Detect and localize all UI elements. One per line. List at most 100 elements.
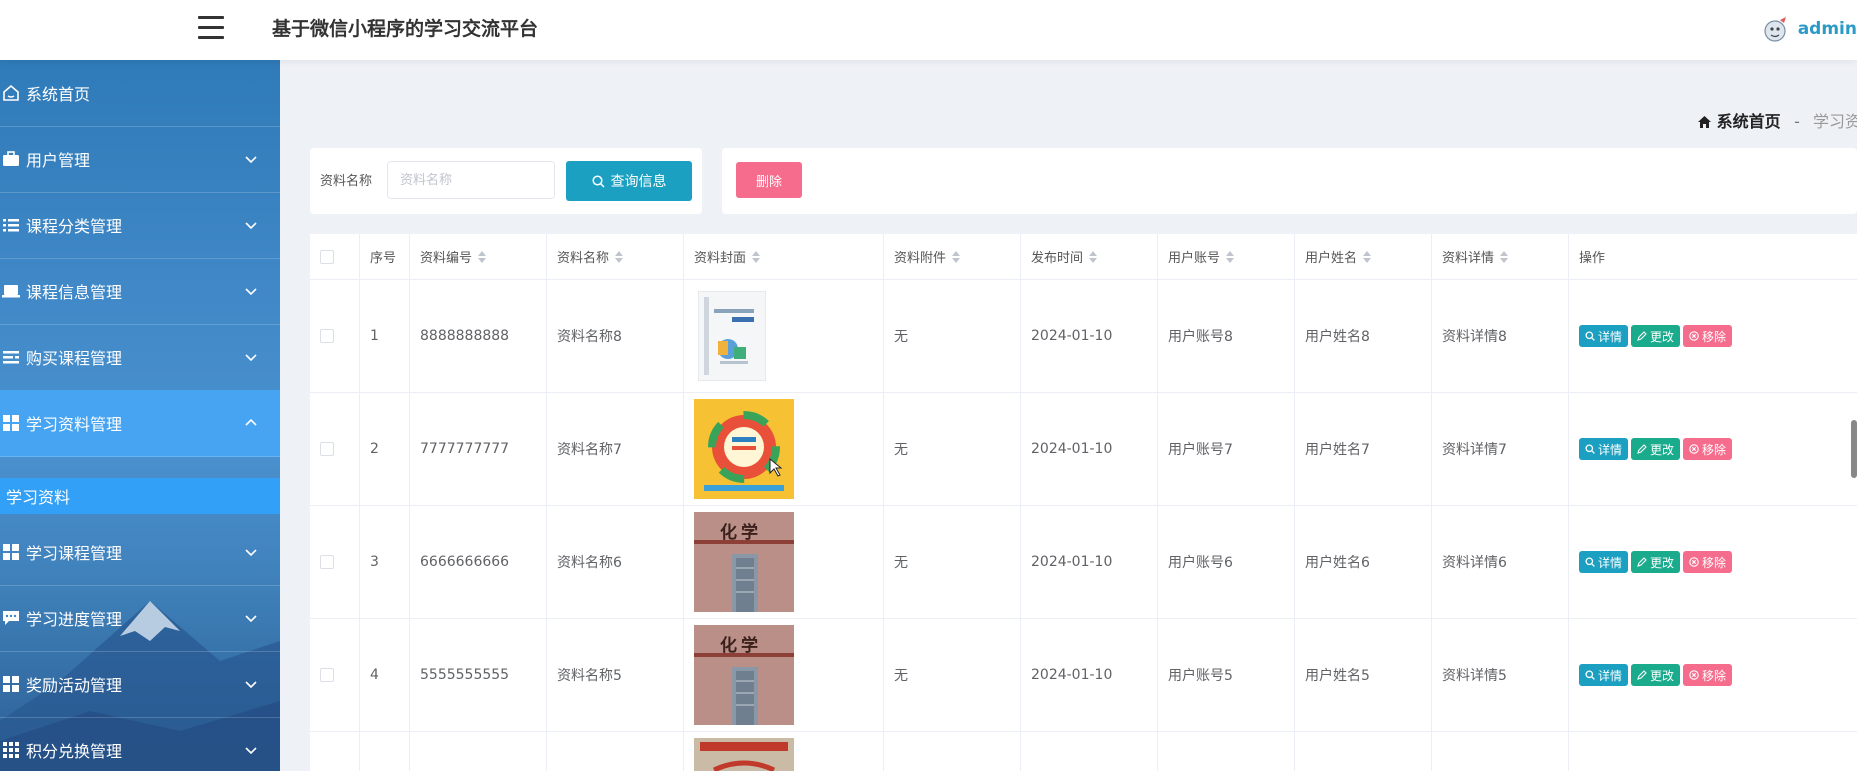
sort-icon[interactable] <box>1089 250 1098 263</box>
remove-button[interactable]: 移除 <box>1683 664 1733 686</box>
sidebar-item-purchase[interactable]: 购买课程管理 <box>0 324 280 391</box>
pencil-icon <box>1637 331 1647 341</box>
search-icon <box>1585 444 1595 454</box>
cell-time <box>1021 732 1158 771</box>
sidebar-item-users[interactable]: 用户管理 <box>0 126 280 193</box>
book-cover-image[interactable] <box>694 738 794 771</box>
sort-icon[interactable] <box>478 250 487 263</box>
search-icon <box>1585 331 1595 341</box>
edit-button[interactable]: 更改 <box>1631 438 1681 460</box>
sidebar-item-home[interactable]: 系统首页 <box>0 60 280 127</box>
table-header[interactable]: 用户账号 <box>1158 234 1295 280</box>
detail-button[interactable]: 详情 <box>1579 551 1629 573</box>
remove-button[interactable]: 移除 <box>1683 325 1733 347</box>
breadcrumb-home[interactable]: 系统首页 <box>1698 112 1786 131</box>
cell-account: 用户账号8 <box>1158 280 1295 393</box>
search-button[interactable]: 查询信息 <box>566 161 692 201</box>
apps-icon <box>3 742 19 758</box>
sidebar-item-progress[interactable]: 学习进度管理 <box>0 585 280 652</box>
cell-name: 资料名称6 <box>547 506 684 619</box>
close-circle-icon <box>1689 670 1699 680</box>
chevron-down-icon <box>245 681 257 689</box>
row-checkbox[interactable] <box>320 668 334 682</box>
table-header[interactable]: 资料名称 <box>547 234 684 280</box>
table-header[interactable]: 用户姓名 <box>1295 234 1432 280</box>
cell-code <box>410 732 547 771</box>
book-cover-image[interactable]: 化学 <box>694 512 794 612</box>
sidebar-item-label: 学习课程管理 <box>26 544 123 563</box>
menu-toggle-icon[interactable] <box>198 14 226 42</box>
cell-cover <box>684 280 884 393</box>
detail-button[interactable]: 详情 <box>1579 438 1629 460</box>
sort-icon[interactable] <box>615 250 624 263</box>
edit-button[interactable]: 更改 <box>1631 664 1681 686</box>
search-input[interactable] <box>387 161 555 199</box>
cell-detail: 资料详情7 <box>1432 393 1569 506</box>
remove-button[interactable]: 移除 <box>1683 551 1733 573</box>
materials-table: 序号 资料编号 资料名称 资料封面 资料附件 发布时间 用户账号 用户姓名 资料… <box>310 234 1857 771</box>
edit-button-label: 更改 <box>1650 442 1675 457</box>
table-header[interactable]: 资料编号 <box>410 234 547 280</box>
sort-icon[interactable] <box>752 250 761 263</box>
book-cover-image[interactable]: 化学 <box>694 625 794 725</box>
home-icon <box>3 84 19 101</box>
submenu-item-materials[interactable]: 学习资料 <box>0 478 280 514</box>
sidebar-item-study-courses[interactable]: 学习课程管理 <box>0 519 280 586</box>
submenu-item-label: 学习资料 <box>6 488 71 507</box>
sidebar-item-rewards[interactable]: 奖励活动管理 <box>0 651 280 718</box>
chevron-down-icon <box>245 747 257 755</box>
cell-account: 用户账号6 <box>1158 506 1295 619</box>
sidebar-item-course-category[interactable]: 课程分类管理 <box>0 192 280 259</box>
edit-button[interactable]: 更改 <box>1631 325 1681 347</box>
delete-button[interactable]: 删除 <box>736 162 802 198</box>
cell-actions: 详情 更改 移除 <box>1569 393 1857 506</box>
sort-icon[interactable] <box>1363 250 1372 263</box>
vertical-scrollbar[interactable] <box>1851 420 1857 478</box>
detail-button-label: 详情 <box>1598 555 1623 570</box>
table-header[interactable]: 发布时间 <box>1021 234 1158 280</box>
remove-button[interactable]: 移除 <box>1683 438 1733 460</box>
cell-no: 1 <box>360 280 410 393</box>
search-button-label: 查询信息 <box>610 174 667 190</box>
sort-icon[interactable] <box>1500 250 1509 263</box>
sidebar: 系统首页 用户管理 课程分类管理 课程信息管理 购买课程管理 学习资料管理 学习… <box>0 60 280 771</box>
header-label: 用户账号 <box>1168 251 1221 266</box>
sidebar-item-materials[interactable]: 学习资料管理 <box>0 390 280 457</box>
sort-icon[interactable] <box>1226 250 1235 263</box>
table-header[interactable]: 资料详情 <box>1432 234 1569 280</box>
chevron-down-icon <box>245 222 257 230</box>
book-cover-image[interactable] <box>698 291 766 381</box>
close-circle-icon <box>1689 444 1699 454</box>
laptop-icon <box>2 285 20 298</box>
book-cover-image[interactable] <box>694 399 794 499</box>
cell-no: 4 <box>360 619 410 732</box>
sort-icon[interactable] <box>952 250 961 263</box>
table-header[interactable]: 资料封面 <box>684 234 884 280</box>
header-label: 资料名称 <box>557 251 610 266</box>
breadcrumb: 系统首页 - 学习资 <box>1698 108 1857 132</box>
sidebar-item-course-info[interactable]: 课程信息管理 <box>0 258 280 325</box>
cell-no: 2 <box>360 393 410 506</box>
select-all-checkbox[interactable] <box>320 249 334 264</box>
cell-no <box>360 732 410 771</box>
row-checkbox[interactable] <box>320 329 334 343</box>
cell-actions <box>1569 732 1857 771</box>
header-label: 操作 <box>1579 251 1606 266</box>
grid-icon <box>3 415 19 431</box>
table-header: 操作 <box>1569 234 1857 280</box>
cell-code: 7777777777 <box>410 393 547 506</box>
cell-name: 资料名称8 <box>547 280 684 393</box>
table-header[interactable]: 资料附件 <box>884 234 1021 280</box>
search-icon <box>1585 670 1595 680</box>
detail-button[interactable]: 详情 <box>1579 325 1629 347</box>
detail-button[interactable]: 详情 <box>1579 664 1629 686</box>
row-checkbox[interactable] <box>320 442 334 456</box>
cell-detail <box>1432 732 1569 771</box>
edit-button[interactable]: 更改 <box>1631 551 1681 573</box>
close-circle-icon <box>1689 331 1699 341</box>
user-menu[interactable]: admin <box>1760 12 1857 46</box>
sidebar-item-label: 奖励活动管理 <box>26 676 123 695</box>
search-label: 资料名称 <box>320 174 373 189</box>
sidebar-item-points[interactable]: 积分兑换管理 <box>0 717 280 771</box>
row-checkbox[interactable] <box>320 555 334 569</box>
